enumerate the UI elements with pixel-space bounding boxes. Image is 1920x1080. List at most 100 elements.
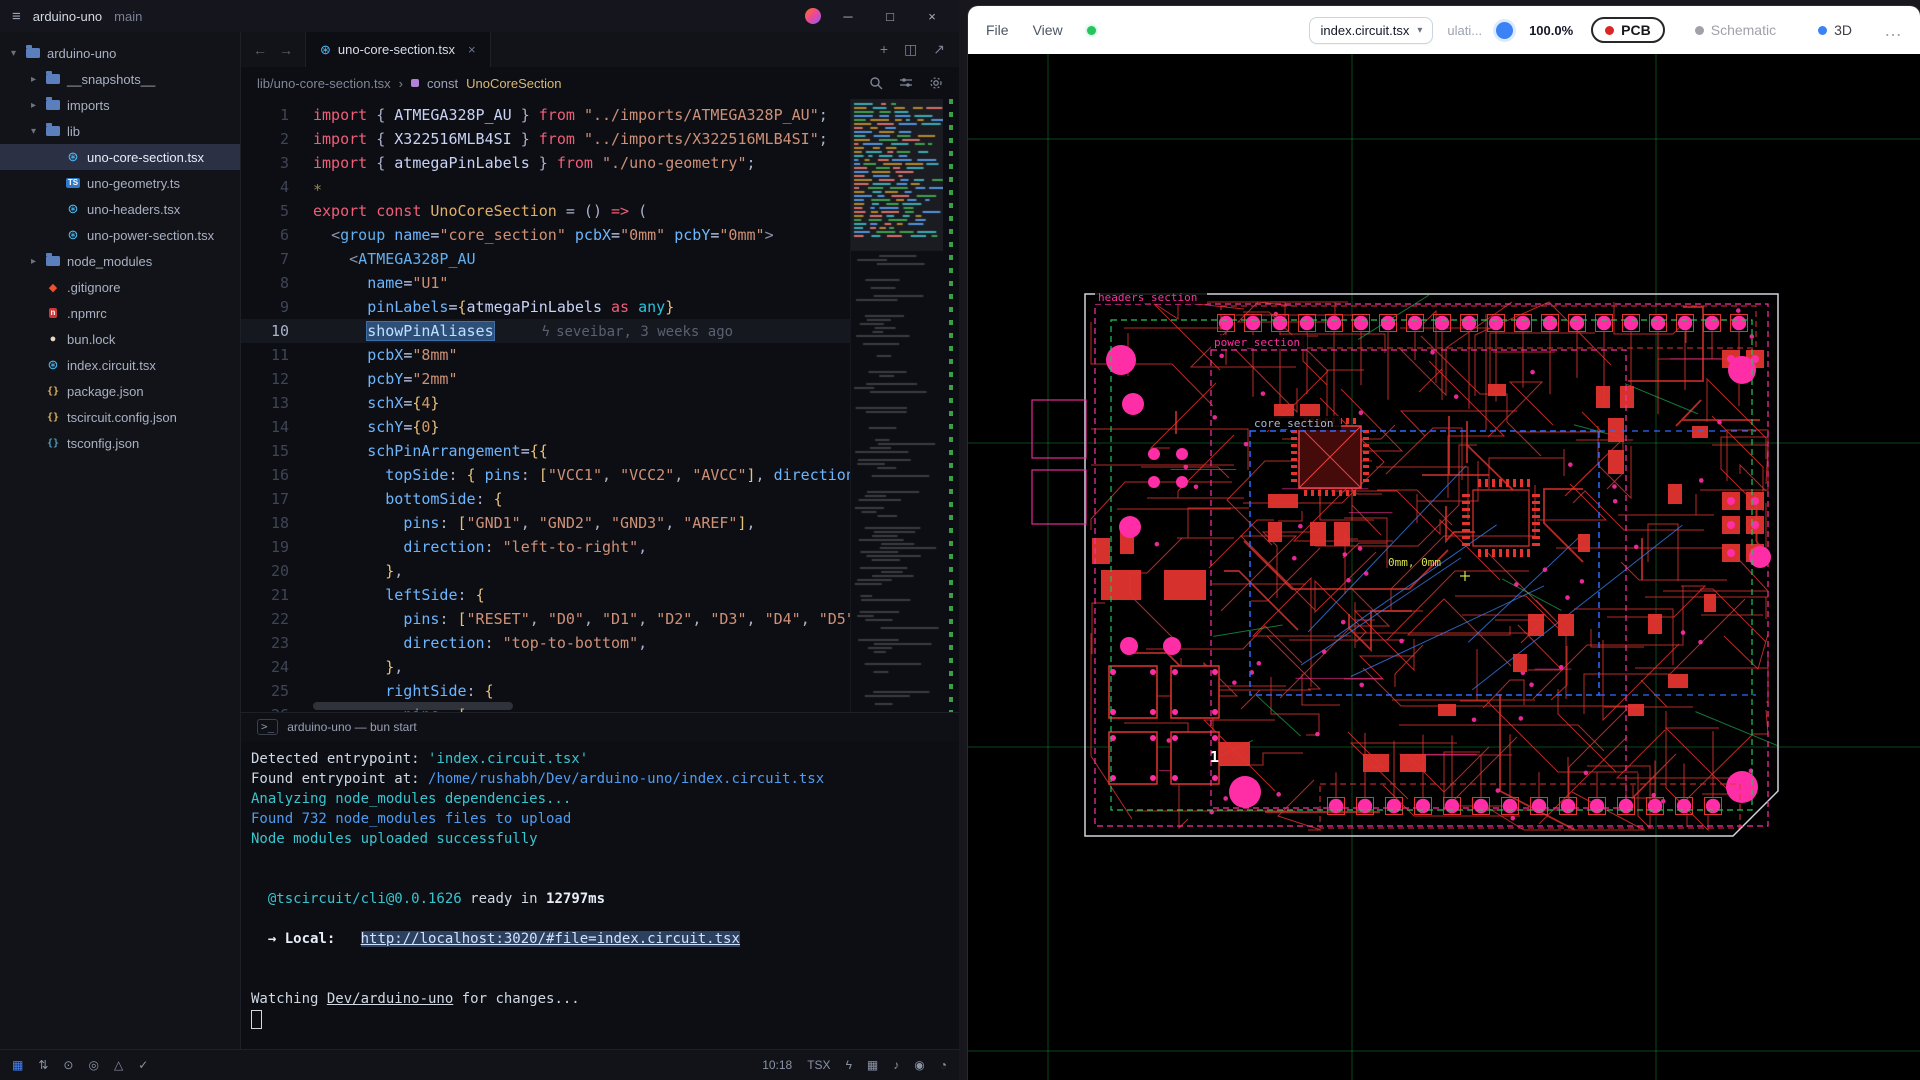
tree-item-uno-headers.tsx[interactable]: ⊛ uno-headers.tsx: [0, 196, 240, 222]
file-select-dropdown[interactable]: index.circuit.tsx ▾: [1309, 17, 1433, 44]
note-icon[interactable]: ♪: [893, 1058, 899, 1072]
find-icon[interactable]: [869, 76, 883, 90]
pcb-board-svg[interactable]: headers_sectionpower_sectioncore_section…: [968, 54, 1920, 1080]
view-tab-pcb[interactable]: PCB: [1591, 17, 1665, 43]
tree-item-lib[interactable]: ▾ lib: [0, 118, 240, 144]
minimize-button[interactable]: ─: [833, 9, 863, 24]
check-icon[interactable]: ✓: [138, 1058, 148, 1072]
tree-item-arduino-uno[interactable]: ▾arduino-uno: [0, 40, 240, 66]
line-number: 10: [241, 319, 313, 343]
horizontal-scrollbar[interactable]: [313, 702, 513, 710]
editor-tab-uno-core-section[interactable]: ⊛ uno-core-section.tsx ×: [305, 32, 491, 67]
spark-icon[interactable]: ϟ: [846, 1058, 852, 1072]
record-icon[interactable]: ◉: [914, 1058, 924, 1072]
line-number: 12: [241, 367, 313, 391]
tree-item-uno-core-section.tsx[interactable]: ⊛uno-core-section.tsx: [0, 144, 240, 170]
new-editor-button[interactable]: +: [880, 41, 888, 58]
terminal-line: Found entrypoint at: /home/rushabh/Dev/a…: [251, 769, 959, 789]
line-number: 15: [241, 439, 313, 463]
tree-item-.npmrc[interactable]: n.npmrc: [0, 300, 240, 326]
sliders-icon[interactable]: [899, 76, 913, 90]
line-number: 9: [241, 295, 313, 319]
blame-bolt-icon: ϟ: [542, 324, 550, 340]
line-number: 2: [241, 127, 313, 151]
terminal-output[interactable]: Detected entrypoint: 'index.circuit.tsx'…: [241, 741, 959, 1049]
tab-close-icon[interactable]: ×: [468, 42, 476, 57]
split-editor-button[interactable]: ◫: [904, 41, 917, 58]
terminal-tab-label[interactable]: arduino-uno — bun start: [287, 720, 416, 734]
pcb-canvas[interactable]: headers_sectionpower_sectioncore_section…: [968, 54, 1920, 1080]
tree-item-tsconfig.json[interactable]: {}tsconfig.json: [0, 430, 240, 456]
chevron-icon[interactable]: ▸: [28, 74, 39, 85]
remote-icon[interactable]: ▦: [12, 1058, 23, 1072]
local-url-link[interactable]: http://localhost:3020/#file=index.circui…: [361, 931, 740, 947]
tree-item-label: __snapshots__: [67, 72, 155, 87]
pcb-viewer-window: File View index.circuit.tsx ▾ ulati... 1…: [968, 6, 1920, 1080]
simulation-label-truncated[interactable]: ulati...: [1447, 23, 1482, 38]
tree-item-index.circuit.tsx[interactable]: ⊛index.circuit.tsx: [0, 352, 240, 378]
code-editor[interactable]: 1import { ATMEGA328P_AU } from "../impor…: [241, 99, 959, 712]
symbol-kind-icon: [411, 79, 419, 87]
tree-item-uno-geometry.ts[interactable]: TSuno-geometry.ts: [0, 170, 240, 196]
view-menu[interactable]: View: [1033, 22, 1063, 38]
file-explorer-sidebar: ▾arduino-uno▸__snapshots__▸imports▾lib⊛u…: [0, 32, 241, 1049]
branch-icon[interactable]: ⇅: [38, 1058, 48, 1072]
terminal-line: @tscircuit/cli@0.0.1626 ready in 12797ms: [251, 889, 959, 909]
breadcrumb-symbol-name[interactable]: UnoCoreSection: [466, 76, 561, 91]
tree-item-__snapshots__[interactable]: ▸ __snapshots__: [0, 66, 240, 92]
account-avatar[interactable]: [805, 8, 821, 24]
beaker-icon[interactable]: △: [114, 1058, 123, 1072]
search-icon[interactable]: ◎: [88, 1058, 98, 1072]
maximize-button[interactable]: □: [875, 9, 905, 24]
tree-item-label: uno-headers.tsx: [87, 202, 180, 217]
ts-file-icon: TS: [65, 178, 81, 188]
view-tab-schematic[interactable]: Schematic: [1683, 19, 1788, 41]
file-menu[interactable]: File: [986, 22, 1009, 38]
overview-ruler: [943, 99, 959, 712]
editor-column: ← → ⊛ uno-core-section.tsx × + ◫ ↗ lib/uno…: [241, 32, 959, 1049]
react-file-icon: ⊛: [65, 201, 81, 217]
close-button[interactable]: ×: [917, 9, 947, 24]
line-number: 26: [241, 703, 313, 712]
terminal-line: [251, 909, 959, 929]
breadcrumb-path[interactable]: lib/uno-core-section.tsx: [257, 76, 391, 91]
hamburger-menu-icon[interactable]: ≡: [12, 8, 21, 25]
tree-item-tscircuit.config.json[interactable]: {}tscircuit.config.json: [0, 404, 240, 430]
tree-item-label: uno-power-section.tsx: [87, 228, 214, 243]
tree-item-label: bun.lock: [67, 332, 115, 347]
overflow-menu-icon[interactable]: …: [1864, 20, 1902, 41]
tree-item-label: tsconfig.json: [67, 436, 139, 451]
tree-item-label: lib: [67, 124, 80, 139]
tree-item-node_modules[interactable]: ▸node_modules: [0, 248, 240, 274]
layout-icon[interactable]: ▦: [867, 1058, 878, 1072]
chevron-down-icon: ▾: [1417, 25, 1422, 36]
breadcrumb-symbol-kind: const: [427, 76, 458, 91]
forward-button[interactable]: →: [279, 42, 293, 58]
tab-label: uno-core-section.tsx: [338, 42, 455, 57]
line-number: 6: [241, 223, 313, 247]
chevron-icon[interactable]: ▾: [28, 126, 39, 137]
line-number: 4: [241, 175, 313, 199]
autoroute-indicator-icon[interactable]: [1496, 22, 1513, 39]
back-button[interactable]: ←: [253, 42, 267, 58]
expand-editor-button[interactable]: ↗: [933, 41, 945, 58]
tree-item-uno-power-section.tsx[interactable]: ⊛uno-power-section.tsx: [0, 222, 240, 248]
terminal-line: Detected entrypoint: 'index.circuit.tsx': [251, 749, 959, 769]
view-tab-3d[interactable]: 3D: [1806, 19, 1864, 41]
tree-item-label: .gitignore: [67, 280, 120, 295]
chevron-icon[interactable]: ▸: [28, 256, 39, 267]
tree-item-package.json[interactable]: {}package.json: [0, 378, 240, 404]
accounts-icon[interactable]: ⊙: [63, 1058, 73, 1072]
nav-buttons: ← →: [241, 42, 305, 58]
chevron-icon[interactable]: ▸: [28, 100, 39, 111]
tree-item-bun.lock[interactable]: ●bun.lock: [0, 326, 240, 352]
chevron-icon[interactable]: ▾: [8, 48, 19, 59]
tree-item-.gitignore[interactable]: ◆.gitignore: [0, 274, 240, 300]
bell-icon[interactable]: ◔: [940, 1058, 947, 1072]
minimap[interactable]: [850, 99, 943, 712]
terminal-cursor: [251, 1010, 262, 1029]
language-mode[interactable]: TSX: [807, 1058, 830, 1072]
gear-icon[interactable]: [929, 76, 943, 90]
line-number: 13: [241, 391, 313, 415]
tree-item-imports[interactable]: ▸imports: [0, 92, 240, 118]
